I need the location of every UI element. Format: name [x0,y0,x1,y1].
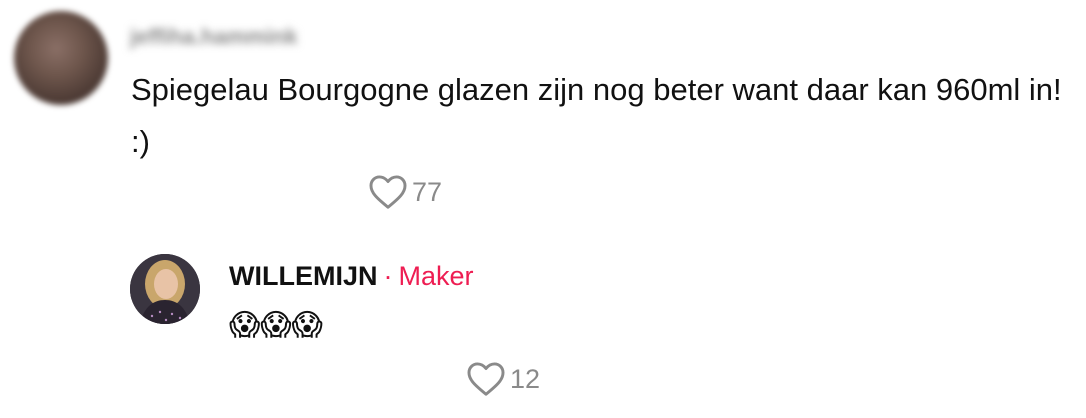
reply-like-button[interactable]: 12 [466,361,540,397]
creator-username[interactable]: WILLEMIJN [229,261,378,291]
commenter-avatar[interactable] [14,11,108,105]
reply-avatar[interactable] [130,254,200,324]
heart-outline-icon[interactable] [466,361,506,397]
separator-dot: · [383,261,393,291]
heart-outline-icon[interactable] [368,174,408,210]
reply-text: 😱😱😱 [229,309,323,342]
creator-photo [130,254,200,324]
comment-text: Spiegelau Bourgogne glazen zijn nog bete… [131,72,1062,159]
comment-like-button[interactable]: 77 [368,174,442,210]
comment-like-count: 77 [412,177,443,207]
commenter-username[interactable]: jeffiha.hammink [130,24,297,50]
comment-thread: jeffiha.hammink Spiegelau Bourgogne glaz… [0,0,1086,418]
creator-badge: Maker [398,261,474,291]
reply-like-count: 12 [510,364,541,394]
reply-header: WILLEMIJN · Maker [229,258,474,294]
